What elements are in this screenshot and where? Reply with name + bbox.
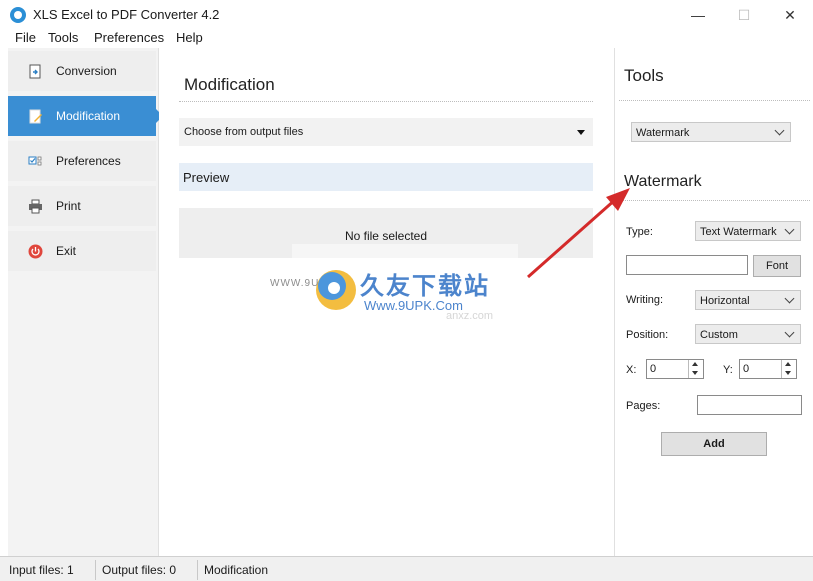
status-output-files: Output files: 0	[102, 563, 177, 577]
sidebar-item-conversion[interactable]: Conversion	[8, 51, 156, 91]
chevron-down-icon	[774, 125, 785, 136]
tool-select[interactable]: Watermark	[631, 122, 791, 142]
position-label: Position:	[626, 329, 669, 341]
x-stepper[interactable]: 0	[646, 359, 704, 379]
x-label: X:	[626, 364, 637, 376]
status-bar: Input files: 1 Output files: 0 Modificat…	[0, 556, 813, 581]
writing-select[interactable]: Horizontal	[695, 290, 801, 310]
watermark-prefix: WWW.9U	[270, 278, 320, 289]
y-label: Y:	[723, 364, 733, 376]
add-button[interactable]: Add	[661, 432, 767, 456]
spin-up-icon	[785, 362, 791, 366]
x-value: 0	[650, 363, 657, 375]
page-title: Modification	[184, 75, 275, 94]
chevron-down-icon	[784, 327, 795, 338]
conversion-icon	[29, 64, 41, 79]
spin-down-icon	[785, 371, 791, 375]
modification-icon	[29, 109, 42, 124]
x-stepper-buttons[interactable]	[688, 360, 703, 378]
sidebar-item-label: Preferences	[56, 154, 121, 168]
app-logo-icon	[10, 7, 26, 23]
minimize-button[interactable]: —	[675, 0, 721, 30]
window-title: XLS Excel to PDF Converter 4.2	[33, 7, 220, 22]
menu-help[interactable]: Help	[176, 30, 203, 45]
watermark-divider	[619, 200, 810, 201]
status-divider	[95, 560, 96, 580]
spin-down-icon	[692, 371, 698, 375]
watermark-type-select[interactable]: Text Watermark	[695, 221, 801, 241]
sidebar-item-print[interactable]: Print	[8, 186, 156, 226]
watermark-chinese-text: 久友下载站	[360, 273, 490, 300]
chevron-down-icon	[784, 224, 795, 235]
tools-title: Tools	[624, 66, 664, 85]
menu-preferences[interactable]: Preferences	[94, 30, 164, 45]
spin-up-icon	[692, 362, 698, 366]
title-divider	[179, 101, 593, 102]
arrow-head-icon	[606, 188, 630, 211]
preview-label: Preview	[183, 170, 230, 185]
output-file-select[interactable]: Choose from output files	[179, 118, 593, 146]
y-stepper[interactable]: 0	[739, 359, 797, 379]
power-icon	[28, 244, 43, 259]
maximize-button[interactable]: ☐	[721, 0, 767, 30]
pages-label: Pages:	[626, 400, 661, 412]
annotation-arrow	[527, 188, 630, 279]
watermark-text-input[interactable]	[626, 255, 748, 275]
sidebar-item-label: Modification	[56, 109, 121, 123]
status-divider	[197, 560, 198, 580]
sidebar-item-preferences[interactable]: Preferences	[8, 141, 156, 181]
menu-tools[interactable]: Tools	[48, 30, 78, 45]
status-mode: Modification	[204, 563, 269, 577]
menu-file[interactable]: File	[15, 30, 36, 45]
chevron-down-icon	[784, 293, 795, 304]
pages-input[interactable]	[697, 395, 802, 415]
site-watermark: WWW.9U 久友下载站 Www.9UPK.Com anxz.com	[268, 244, 518, 332]
writing-label: Writing:	[626, 294, 664, 306]
sidebar-item-label: Exit	[56, 244, 77, 258]
tools-divider	[619, 100, 810, 101]
menu-bar: File Tools Preferences Help	[0, 30, 813, 48]
dropdown-arrow-icon	[577, 130, 585, 135]
font-button[interactable]: Font	[753, 255, 801, 277]
sidebar-item-label: Conversion	[56, 64, 117, 78]
watermark-faint-text: anxz.com	[446, 310, 494, 322]
tools-panel: Tools Watermark Watermark Type: Text Wat…	[614, 48, 813, 556]
position-select-value: Custom	[700, 329, 738, 341]
close-button[interactable]: ✕	[767, 0, 813, 30]
y-stepper-buttons[interactable]	[781, 360, 796, 378]
sidebar-item-modification[interactable]: Modification	[8, 96, 163, 136]
sidebar-item-exit[interactable]: Exit	[8, 231, 156, 271]
status-input-files: Input files: 1	[9, 563, 74, 577]
watermark-type-value: Text Watermark	[700, 226, 777, 238]
preferences-icon	[28, 156, 42, 166]
writing-select-value: Horizontal	[700, 295, 750, 307]
title-bar: XLS Excel to PDF Converter 4.2 — ☐ ✕	[0, 0, 813, 30]
position-select[interactable]: Custom	[695, 324, 801, 344]
sidebar: Conversion Modification Preferences Prin…	[8, 48, 163, 556]
printer-icon	[29, 199, 42, 214]
tool-select-value: Watermark	[636, 127, 690, 139]
output-file-select-value: Choose from output files	[184, 126, 304, 138]
y-value: 0	[743, 363, 750, 375]
sidebar-item-label: Print	[56, 199, 81, 213]
